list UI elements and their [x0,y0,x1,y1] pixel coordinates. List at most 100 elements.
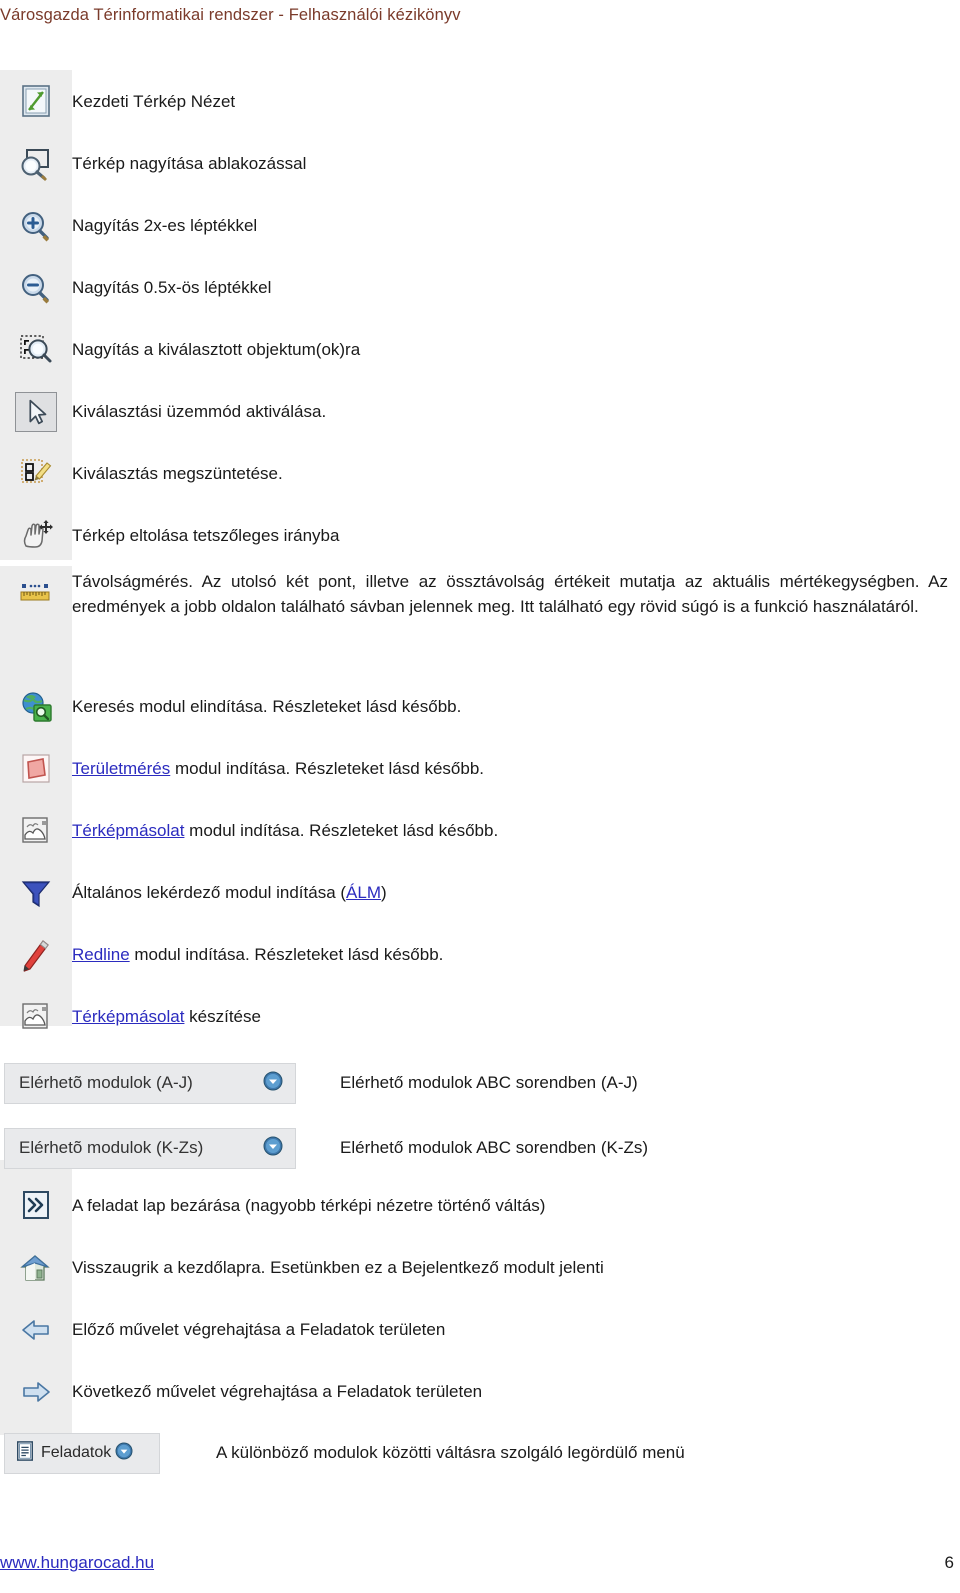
tasks-dropdown-description: A különböző modulok közötti váltásra szo… [216,1442,685,1462]
icon-cell [0,388,72,436]
close-task-panel-icon[interactable] [14,1186,58,1226]
row-label: Térkép nagyítása ablakozással [72,153,307,173]
map-copy-create-link[interactable]: Térképmásolat [72,1007,184,1026]
toolbar-row: Területmérés modul indítása. Részleteket… [0,745,960,793]
icon-cell [0,931,72,979]
row-label-rest: modul indítása. Részleteket lásd később. [170,758,484,778]
toolbar-row: Visszaugrik a kezdőlapra. Esetünkben ez … [0,1244,960,1292]
chevron-down-icon[interactable] [263,1071,283,1096]
search-globe-icon[interactable] [14,687,58,727]
row-label-prefix: Általános lekérdező modul indítása ( [72,882,347,902]
icon-cell [0,807,72,855]
zoom-out-icon[interactable] [14,268,58,308]
row-label: Nagyítás 2x-es léptékkel [72,215,258,235]
icon-cell [0,264,72,312]
zoom-to-selection-icon[interactable] [14,330,58,370]
toolbar-row: Előző művelet végrehajtása a Feladatok t… [0,1306,960,1354]
toolbar-row: Keresés modul elindítása. Részleteket lá… [0,683,960,731]
icon-cell [0,202,72,250]
row-label: Kiválasztási üzemmód aktiválása. [72,401,327,421]
redline-link[interactable]: Redline [72,945,130,964]
toolbar-row: Kiválasztás megszüntetése. [0,450,960,498]
toolbar-row: Térkép eltolása tetszőleges irányba [0,512,960,560]
modules-aj-label: Elérhetõ modulok (A-J) [19,1073,193,1092]
row-label-rest: készítése [184,1006,261,1026]
area-measure-link[interactable]: Területmérés [72,759,170,778]
icon-cell [0,140,72,188]
row-label: Nagyítás 0.5x-ös léptékkel [72,277,272,297]
dropdown-row: Elérhetõ modulok (A-J) Elérhető modulok … [0,1055,960,1111]
toolbar-row: Nagyítás 2x-es léptékkel [0,202,960,250]
dropdown-cell: Elérhetõ modulok (K-Zs) [0,1127,304,1169]
map-copy-link[interactable]: Térképmásolat [72,821,184,840]
toolbar-row: Térképmásolat készítése [0,993,960,1041]
map-copy-icon[interactable] [14,811,58,851]
clear-selection-icon[interactable] [14,454,58,494]
row-label: Térkép eltolása tetszőleges irányba [72,525,340,545]
icon-cell [0,1368,72,1416]
row-label: Következő művelet végrehajtása a Feladat… [72,1381,483,1401]
distance-measure-icon[interactable] [14,573,58,613]
redline-pencil-icon[interactable] [14,935,58,975]
task-list-icon [15,1440,35,1467]
arrow-left-icon[interactable] [14,1310,58,1350]
filter-funnel-icon[interactable] [14,873,58,913]
row-paragraph: Távolságmérés. Az utolsó két pont, illet… [72,572,948,616]
zoom-in-icon[interactable] [14,206,58,246]
select-arrow-icon[interactable] [15,392,57,432]
icon-cell [0,1306,72,1354]
dropdown-cell: Elérhetõ modulok (A-J) [0,1062,304,1104]
toolbar-row: Redline modul indítása. Részleteket lásd… [0,931,960,979]
toolbar-row: Térképmásolat modul indítása. Részleteke… [0,807,960,855]
modules-aj-dropdown[interactable]: Elérhetõ modulok (A-J) [4,1062,296,1104]
toolbar-row: Nagyítás 0.5x-ös léptékkel [0,264,960,312]
icon-cell [0,1244,72,1292]
row-label: Keresés modul elindítása. Részleteket lá… [72,696,462,716]
area-measure-icon[interactable] [14,749,58,789]
row-label: Kezdeti Térkép Nézet [72,91,236,111]
home-icon[interactable] [14,1248,58,1288]
zoom-full-extent-icon[interactable] [14,82,58,122]
tasks-dropdown-cell: Feladatok [0,1432,164,1474]
icon-cell [0,1182,72,1230]
alm-link[interactable]: ÁLM [346,883,381,902]
document-content: Kezdeti Térkép Nézet Térkép nagyítása ab… [0,70,960,1474]
icon-cell [0,993,72,1041]
toolbar-row: Kiválasztási üzemmód aktiválása. [0,388,960,436]
row-label: Térképmásolat készítése [72,1005,960,1030]
icon-cell [0,78,72,126]
footer-page-number: 6 [944,1553,954,1572]
toolbar-row: Következő művelet végrehajtása a Feladat… [0,1368,960,1416]
icon-cell [0,683,72,731]
row-label: Visszaugrik a kezdőlapra. Esetünkben ez … [72,1257,604,1277]
tasks-dropdown[interactable]: Feladatok [4,1432,160,1474]
row-label: Általános lekérdező modul indítása (ÁLM) [72,881,960,906]
icon-cell [0,570,72,616]
tasks-dropdown-row: Feladatok A különböző modulok közötti vá… [0,1428,960,1478]
modules-kzs-dropdown[interactable]: Elérhetõ modulok (K-Zs) [4,1127,296,1169]
tasks-dropdown-label: Feladatok [41,1444,112,1461]
chevron-down-icon[interactable] [263,1136,283,1161]
arrow-right-icon[interactable] [14,1372,58,1412]
pan-hand-icon[interactable] [14,516,58,556]
icon-cell [0,450,72,498]
document-footer: www.hungarocad.hu 6 [0,1553,960,1579]
toolbar-row: Térkép nagyítása ablakozással [0,140,960,188]
toolbar-row: Kezdeti Térkép Nézet [0,78,960,126]
icon-cell [0,869,72,917]
zoom-window-icon[interactable] [14,144,58,184]
icon-cell [0,745,72,793]
toolbar-row: A feladat lap bezárása (nagyobb térképi … [0,1182,960,1230]
chevron-down-icon[interactable] [115,1442,133,1465]
row-label-rest: modul indítása. Részleteket lásd később. [184,820,499,840]
row-label: Nagyítás a kiválasztott objektum(ok)ra [72,339,361,359]
toolbar-row: Távolságmérés. Az utolsó két pont, illet… [0,570,960,680]
document-running-header: Városgazda Térinformatikai rendszer - Fe… [0,6,461,24]
dropdown-description: Elérhető modulok ABC sorendben (K-Zs) [340,1137,649,1157]
dropdown-description: Elérhető modulok ABC sorendben (A-J) [340,1072,638,1092]
footer-website-link[interactable]: www.hungarocad.hu [0,1553,154,1573]
row-label: Redline modul indítása. Részleteket lásd… [72,943,960,968]
row-label: Területmérés modul indítása. Részleteket… [72,757,960,782]
row-label: A feladat lap bezárása (nagyobb térképi … [72,1195,546,1215]
map-copy-icon[interactable] [14,997,58,1037]
